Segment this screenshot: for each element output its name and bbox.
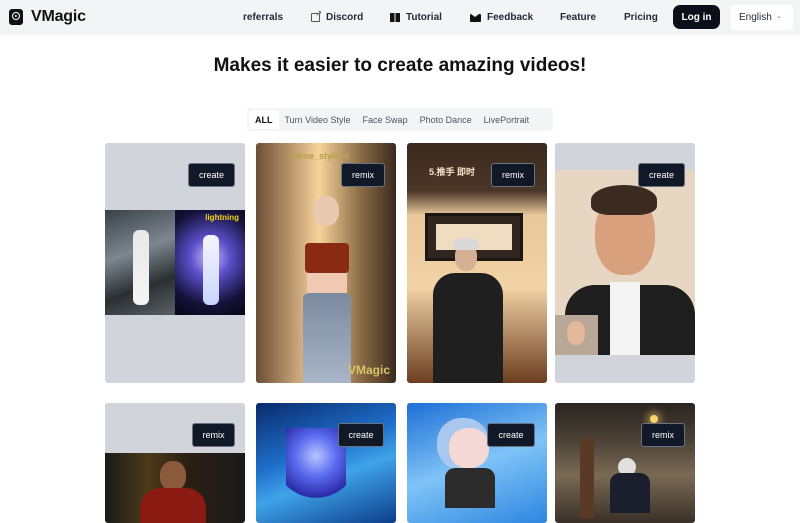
video-card[interactable]: remix xyxy=(105,403,245,523)
nav-referrals[interactable]: referrals xyxy=(243,12,283,23)
video-thumbnail xyxy=(291,196,361,383)
language-value: English xyxy=(739,12,772,23)
remix-button[interactable]: remix xyxy=(192,423,235,447)
overlay-text: 5.推手 即时 xyxy=(429,167,476,177)
video-thumbnail xyxy=(105,453,245,523)
video-card[interactable]: create xyxy=(555,143,695,383)
chevron-down-icon: ⌄ xyxy=(776,13,782,20)
overlay-text: anime_style_4 xyxy=(288,151,350,161)
nav-label: Feedback xyxy=(487,12,534,23)
page-title: Makes it easier to create amazing videos… xyxy=(213,55,587,76)
watermark-text: VMagic xyxy=(347,363,390,377)
remix-button[interactable]: remix xyxy=(641,423,685,447)
language-select[interactable]: English ⌄ xyxy=(731,5,793,30)
brand-name: VMagic xyxy=(31,8,86,25)
nav-label: Pricing xyxy=(624,12,658,23)
video-card[interactable]: anime_style_4 VMagic remix xyxy=(256,143,396,383)
create-button[interactable]: create xyxy=(638,163,685,187)
video-card[interactable]: create xyxy=(256,403,396,523)
nav-feedback[interactable]: Feedback xyxy=(470,12,533,23)
create-button[interactable]: create xyxy=(338,423,384,447)
nav-label: Feature xyxy=(560,12,597,23)
video-thumbnail xyxy=(449,428,489,468)
tab-face-swap[interactable]: Face Swap xyxy=(357,110,414,129)
nav-label: referrals xyxy=(243,12,284,23)
video-card[interactable]: lightning create xyxy=(105,143,245,383)
video-thumbnail xyxy=(580,438,594,518)
nav-label: Tutorial xyxy=(406,12,442,23)
tab-liveportrait[interactable]: LivePortrait xyxy=(478,110,536,129)
nav-pricing[interactable]: Pricing xyxy=(624,12,658,23)
remix-button[interactable]: remix xyxy=(491,163,535,187)
remix-button[interactable]: remix xyxy=(341,163,385,187)
nav-tutorial[interactable]: Tutorial xyxy=(390,12,442,23)
book-icon xyxy=(390,13,400,22)
category-tabs: ALL Turn Video Style Face Swap Photo Dan… xyxy=(247,108,553,131)
video-thumbnail: lightning xyxy=(105,210,245,315)
video-card[interactable]: create xyxy=(407,403,547,523)
nav-feature[interactable]: Feature xyxy=(560,12,596,23)
nav-discord[interactable]: Discord xyxy=(311,9,364,23)
mail-icon xyxy=(470,13,481,22)
create-button[interactable]: create xyxy=(487,423,535,447)
video-thumbnail xyxy=(286,428,346,498)
video-card[interactable]: 5.推手 即时 remix xyxy=(407,143,547,383)
tab-turn-video-style[interactable]: Turn Video Style xyxy=(279,110,357,129)
tab-all[interactable]: ALL xyxy=(249,110,279,129)
brand-logo[interactable]: VMagic xyxy=(9,8,86,26)
overlay-text: lightning xyxy=(205,213,239,222)
play-logo-icon xyxy=(9,9,23,25)
nav-label: Discord xyxy=(326,12,364,23)
video-card[interactable]: remix xyxy=(555,403,695,523)
create-button[interactable]: create xyxy=(188,163,235,187)
tab-photo-dance[interactable]: Photo Dance xyxy=(414,110,478,129)
video-thumbnail xyxy=(555,170,695,355)
login-button[interactable]: Log in xyxy=(673,5,720,29)
header: VMagic referrals Discord Tutorial Feedba… xyxy=(0,0,800,35)
external-link-icon xyxy=(311,9,322,22)
